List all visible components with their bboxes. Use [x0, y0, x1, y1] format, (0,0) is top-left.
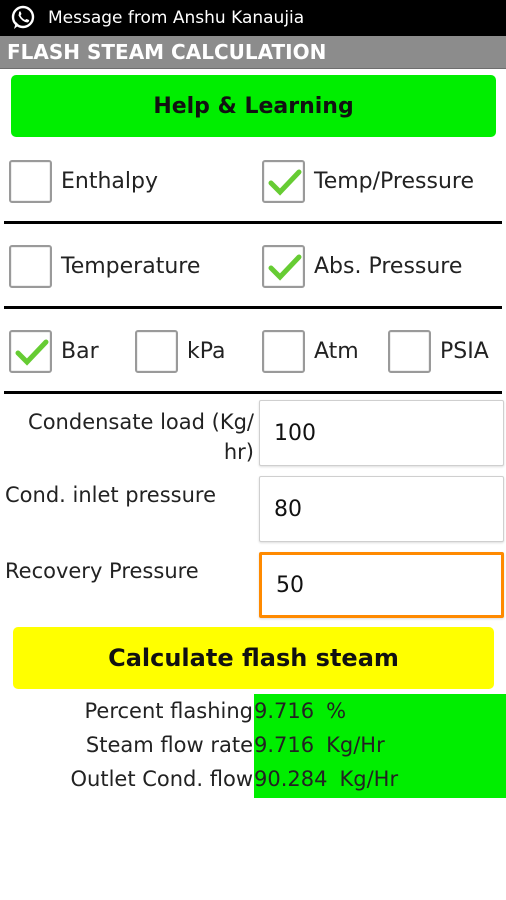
result-label: Outlet Cond. flow: [70, 767, 254, 791]
result-value: 9.716 Kg/Hr: [254, 733, 385, 757]
checkbox-box[interactable]: [262, 160, 305, 203]
temp-pressure-checkbox[interactable]: Temp/Pressure: [262, 160, 474, 203]
divider: [4, 391, 502, 394]
recovery-pressure-input[interactable]: 50: [259, 552, 504, 618]
result-row-percent-flashing: Percent flashing 9.716%: [0, 699, 506, 733]
whatsapp-icon: [10, 5, 36, 31]
recovery-pressure-label: Recovery Pressure: [5, 559, 199, 583]
help-learning-button[interactable]: Help & Learning: [11, 75, 496, 137]
checkbox-label: Atm: [314, 339, 359, 364]
checkbox-box[interactable]: [388, 330, 431, 373]
calculate-flash-steam-button[interactable]: Calculate flash steam: [13, 627, 494, 689]
psia-unit-checkbox[interactable]: PSIA: [388, 330, 489, 373]
divider: [4, 306, 502, 309]
kpa-unit-checkbox[interactable]: kPa: [135, 330, 226, 373]
bar-unit-checkbox[interactable]: Bar: [9, 330, 99, 373]
checkbox-label: kPa: [187, 339, 226, 364]
result-number: 9.716: [254, 733, 315, 757]
temperature-checkbox[interactable]: Temperature: [9, 245, 200, 288]
result-label: Percent flashing: [84, 699, 253, 723]
result-value: 90.284 Kg/Hr: [254, 767, 398, 791]
checkbox-box[interactable]: [262, 330, 305, 373]
condensate-load-label: Condensate load (Kg/ hr): [8, 407, 254, 467]
abs-pressure-checkbox[interactable]: Abs. Pressure: [262, 245, 462, 288]
checkbox-box[interactable]: [9, 245, 52, 288]
result-unit: Kg/Hr: [339, 767, 399, 791]
notification-text: Message from Anshu Kanaujia: [48, 8, 305, 28]
check-icon: [268, 254, 302, 281]
result-value: 9.716%: [254, 699, 346, 723]
checkbox-label: Temp/Pressure: [314, 169, 474, 194]
checkbox-box[interactable]: [262, 245, 305, 288]
result-unit: %: [326, 699, 347, 723]
inlet-pressure-label: Cond. inlet pressure: [5, 483, 217, 507]
page-title: FLASH STEAM CALCULATION: [0, 36, 506, 69]
check-icon: [15, 339, 49, 366]
enthalpy-checkbox[interactable]: Enthalpy: [9, 160, 158, 203]
label-line: hr): [223, 440, 254, 464]
result-label: Steam flow rate: [85, 733, 253, 757]
status-bar: Message from Anshu Kanaujia: [0, 0, 506, 36]
result-unit: Kg/Hr: [326, 733, 385, 757]
divider: [4, 221, 502, 224]
checkbox-label: PSIA: [440, 339, 489, 364]
checkbox-box[interactable]: [9, 330, 52, 373]
mode-selector-row: Enthalpy Temp/Pressure: [0, 148, 506, 218]
parameter-selector-row: Temperature Abs. Pressure: [0, 233, 506, 303]
label-line: Condensate load (Kg/: [28, 410, 254, 434]
checkbox-box[interactable]: [135, 330, 178, 373]
inlet-pressure-input[interactable]: 80: [259, 476, 504, 542]
unit-selector-row: Bar kPa Atm PSIA: [0, 318, 506, 388]
checkbox-label: Enthalpy: [61, 169, 158, 194]
atm-unit-checkbox[interactable]: Atm: [262, 330, 359, 373]
condensate-load-input[interactable]: 100: [259, 400, 504, 466]
checkbox-box[interactable]: [9, 160, 52, 203]
checkbox-label: Abs. Pressure: [314, 254, 463, 279]
result-number: 9.716: [254, 699, 315, 723]
checkbox-label: Bar: [61, 339, 99, 364]
check-icon: [268, 169, 302, 196]
checkbox-label: Temperature: [61, 254, 201, 279]
result-row-outlet-cond-flow: Outlet Cond. flow 90.284 Kg/Hr: [0, 767, 506, 801]
result-number: 90.284: [254, 767, 328, 791]
result-row-steam-flow-rate: Steam flow rate 9.716 Kg/Hr: [0, 733, 506, 767]
